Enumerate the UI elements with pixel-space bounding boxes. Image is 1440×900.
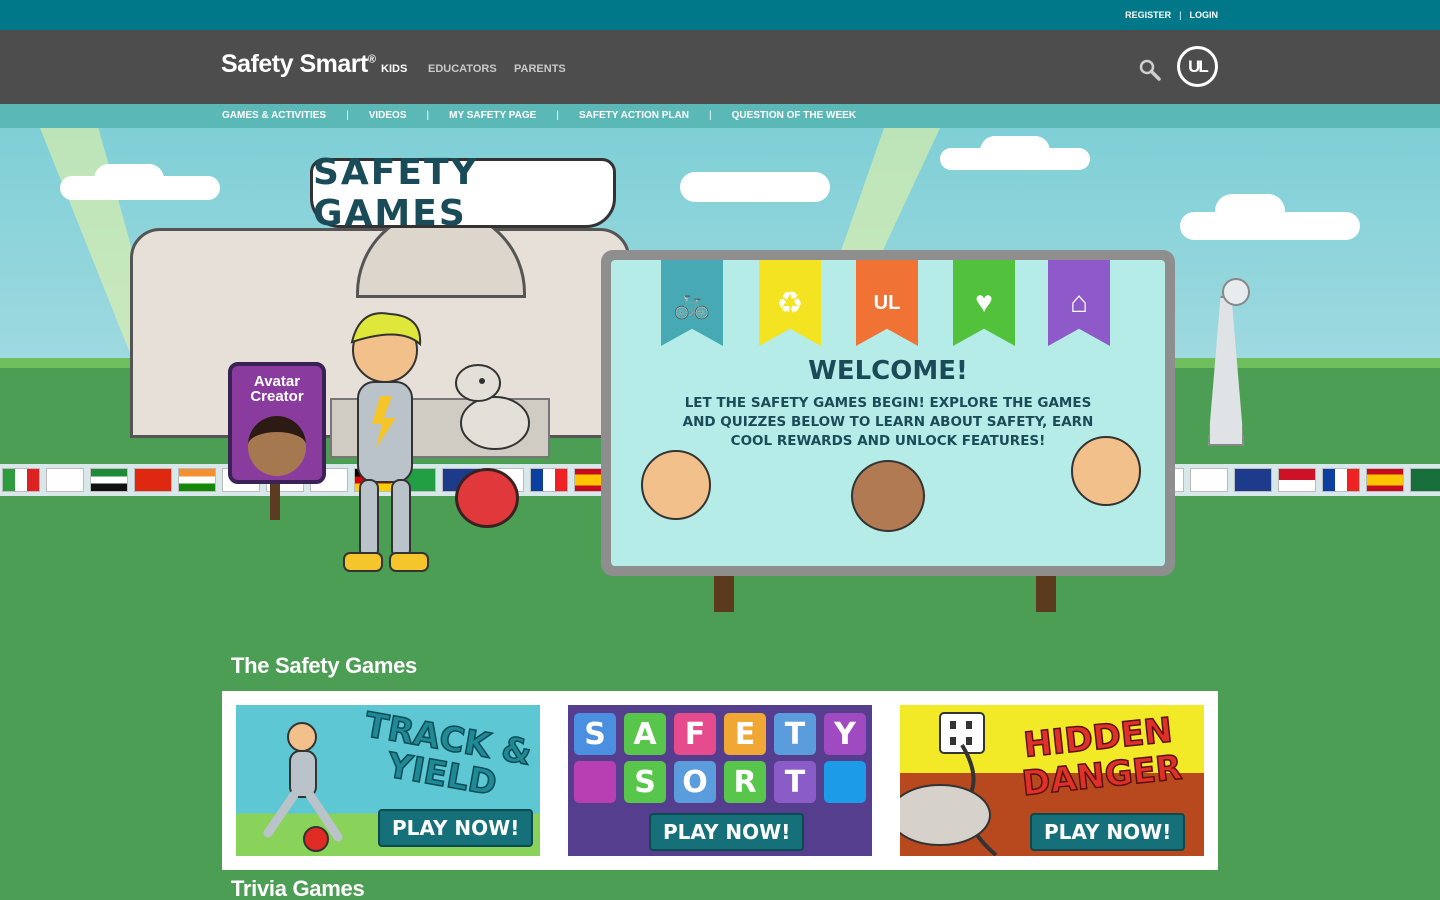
- flag-spain: [1366, 468, 1404, 492]
- play-now-button[interactable]: PLAY NOW!: [649, 813, 805, 851]
- flag-france: [530, 468, 568, 492]
- billboard-leg: [1036, 576, 1056, 612]
- pennant-glyph: 🚲: [673, 286, 711, 320]
- red-ball: [455, 468, 519, 528]
- runner-character: [263, 722, 343, 852]
- section-title-trivia-games: Trivia Games: [231, 876, 365, 900]
- subnav-safety-action-plan[interactable]: SAFETY ACTION PLAN: [579, 110, 689, 121]
- play-now-button[interactable]: PLAY NOW!: [1030, 813, 1186, 851]
- nav-educators[interactable]: EDUCATORS: [428, 63, 497, 75]
- nav-kids[interactable]: KIDS: [381, 63, 407, 75]
- letter-tile: S: [574, 713, 616, 755]
- letter-tile: R: [724, 761, 766, 803]
- flag-saudi-arabia: [1410, 468, 1440, 492]
- section-title-safety-games: The Safety Games: [231, 653, 417, 678]
- flag-uk: [1234, 468, 1272, 492]
- avatar-creator-label: Avatar Creator: [250, 373, 304, 405]
- flag-korea: [46, 468, 84, 492]
- bicycle-icon: 🚲: [661, 260, 723, 346]
- welcome-message: LET THE SAFETY GAMES BEGIN! EXPLORE THE …: [682, 395, 1094, 449]
- letter-tile: S: [624, 761, 666, 803]
- ul-icon: UL: [856, 260, 918, 346]
- search-icon[interactable]: [1138, 58, 1162, 82]
- pennant-glyph: ♻: [776, 286, 804, 320]
- welcome-billboard: 🚲 ♻ UL ♥ ⌂ WELCOME! LET THE SAFETY GAMES…: [601, 250, 1175, 576]
- subnav-separator: |: [346, 110, 349, 121]
- heart-icon: ♥: [953, 260, 1015, 346]
- nav-parents[interactable]: PARENTS: [514, 63, 566, 75]
- brand-name: Safety Smart: [221, 50, 368, 78]
- flag-france: [1322, 468, 1360, 492]
- house-icon: ⌂: [1048, 260, 1110, 346]
- recycle-icon: ♻: [759, 260, 821, 346]
- dog-character: [455, 364, 530, 450]
- game-card-safety-sort[interactable]: S A F E T Y S O R T PLAY NOW!: [568, 705, 872, 856]
- main-header: Safety Smart® KIDS EDUCATORS PARENTS UL: [0, 30, 1440, 104]
- sub-navigation: GAMES & ACTIVITIES | VIDEOS | MY SAFETY …: [0, 104, 1440, 128]
- ul-logo[interactable]: UL: [1177, 46, 1218, 87]
- hero-scene: SAFETY GAMES Avatar Creator 🚲 ♻ UL ♥ ⌂ W…: [0, 128, 1440, 628]
- billboard-screen: 🚲 ♻ UL ♥ ⌂ WELCOME! LET THE SAFETY GAMES…: [611, 260, 1165, 566]
- blank-tile: [574, 761, 616, 803]
- flag-india: [178, 468, 216, 492]
- brand-logo[interactable]: Safety Smart®: [221, 50, 376, 79]
- cloud: [94, 164, 164, 194]
- subnav-separator: |: [708, 110, 712, 121]
- game-card-track-yield[interactable]: TRACK & YIELD PLAY NOW!: [236, 705, 540, 856]
- subnav-separator: |: [556, 110, 559, 121]
- billboard-leg: [714, 576, 734, 612]
- safety-games-banner: SAFETY GAMES: [286, 150, 642, 234]
- letter-tile: A: [624, 713, 666, 755]
- superhero-character: [343, 312, 429, 572]
- subnav-games-activities[interactable]: GAMES & ACTIVITIES: [222, 110, 326, 121]
- letter-tile: T: [774, 761, 816, 803]
- subnav-separator: |: [426, 110, 430, 121]
- game-title: HIDDEN DANGER: [1019, 710, 1184, 805]
- pennant-glyph: UL: [873, 291, 901, 314]
- subnav-videos[interactable]: VIDEOS: [369, 110, 407, 121]
- banner-title: SAFETY GAMES: [313, 152, 479, 234]
- flag-italy: [2, 468, 40, 492]
- subnav-my-safety-page[interactable]: MY SAFETY PAGE: [449, 110, 536, 121]
- registered-mark: ®: [367, 53, 376, 66]
- game-title: TRACK & YIELD: [361, 705, 535, 805]
- pennant-glyph: ♥: [975, 286, 993, 319]
- sign-post: [270, 484, 280, 520]
- letter-tile: O: [674, 761, 716, 803]
- kid-character: [641, 450, 711, 520]
- register-link[interactable]: REGISTER: [1125, 10, 1171, 20]
- kid-character: [851, 460, 925, 532]
- outlet-and-dog: [900, 712, 998, 856]
- letter-tile: E: [724, 713, 766, 755]
- flag-indonesia: [1278, 468, 1316, 492]
- avatar-face: [248, 416, 306, 476]
- flag: [1190, 468, 1228, 492]
- subnav-question-of-the-week[interactable]: QUESTION OF THE WEEK: [732, 110, 856, 121]
- games-panel: TRACK & YIELD PLAY NOW! S A F E T Y S O: [222, 691, 1218, 870]
- game-card-hidden-danger[interactable]: HIDDEN DANGER PLAY NOW!: [900, 705, 1204, 856]
- cloud: [1215, 194, 1285, 228]
- play-now-button[interactable]: PLAY NOW!: [378, 809, 534, 847]
- windmill-hub: [1222, 278, 1250, 306]
- letter-tile: F: [674, 713, 716, 755]
- safety-sort-tiles: S A F E T Y S O R T: [574, 713, 866, 809]
- flag-uae: [90, 468, 128, 492]
- utility-bar: REGISTER | LOGIN: [0, 0, 1440, 30]
- link-separator: |: [1179, 10, 1182, 20]
- letter-tile: T: [774, 713, 816, 755]
- flag-china: [134, 468, 172, 492]
- letter-tile: Y: [824, 713, 866, 755]
- account-links: REGISTER | LOGIN: [1125, 10, 1218, 20]
- cloud: [980, 136, 1050, 166]
- login-link[interactable]: LOGIN: [1190, 10, 1219, 20]
- cloud: [680, 172, 830, 202]
- kid-character: [1071, 436, 1141, 506]
- blank-tile: [824, 761, 866, 803]
- welcome-title: WELCOME!: [808, 356, 968, 386]
- pennant-glyph: ⌂: [1069, 286, 1089, 319]
- avatar-creator-sign[interactable]: Avatar Creator: [228, 362, 326, 484]
